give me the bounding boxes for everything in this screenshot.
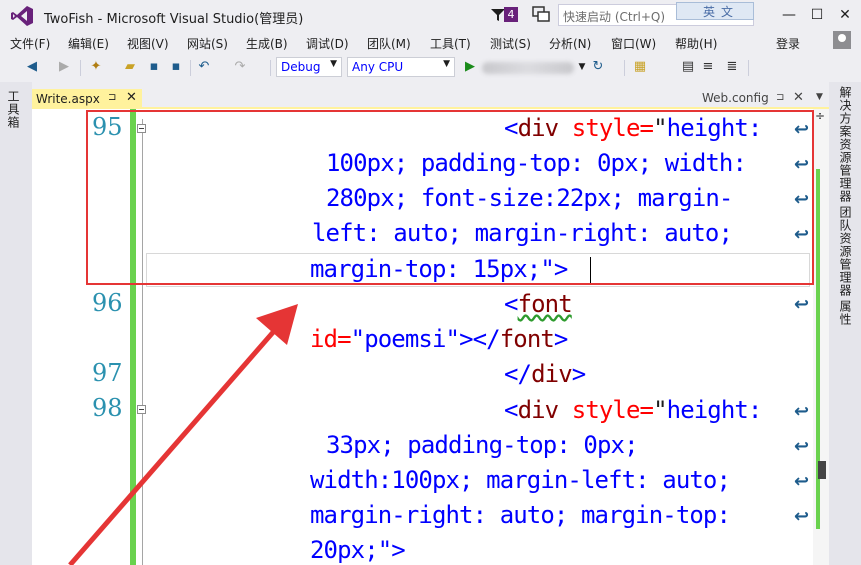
line-number: 96	[92, 289, 123, 317]
redo-icon[interactable]: ↷	[232, 59, 248, 75]
save-all-icon[interactable]: ▪	[168, 59, 184, 75]
code-line: width:100px; margin-left: auto;	[310, 466, 731, 494]
menu-edit[interactable]: 编辑(E)	[68, 35, 109, 52]
toolbar-separator	[270, 60, 271, 76]
menu-view[interactable]: 视图(V)	[127, 35, 169, 52]
menu-analyze[interactable]: 分析(N)	[549, 35, 591, 52]
ime-text: 英文	[703, 5, 740, 19]
chevron-down-icon[interactable]: ▼	[574, 59, 590, 75]
back-icon[interactable]: ◀	[24, 59, 40, 75]
menu-test[interactable]: 测试(S)	[490, 35, 531, 52]
word-wrap-icon: ↩	[794, 436, 810, 457]
code-line: <font	[504, 290, 573, 318]
scrollbar-thumb[interactable]	[818, 461, 826, 479]
right-tool-strip: 解决方案资源管理器 团队资源管理器 属性	[829, 82, 861, 565]
visual-studio-logo-icon	[11, 6, 33, 26]
tab-label: Write.aspx	[36, 92, 100, 106]
chevron-down-icon: ▼	[330, 59, 337, 69]
tab-web-config[interactable]: Web.config	[702, 91, 769, 105]
chevron-down-icon: ▼	[443, 59, 450, 69]
open-folder-icon[interactable]: ▰	[122, 59, 138, 75]
code-line: id="poemsi"></font>	[310, 325, 568, 353]
line-number: 97	[92, 359, 123, 387]
notification-badge[interactable]: 4	[504, 7, 518, 22]
left-tool-strip: 工具箱	[0, 82, 32, 565]
menu-window[interactable]: 窗口(W)	[611, 35, 656, 52]
window-title: TwoFish - Microsoft Visual Studio(管理员)	[44, 12, 304, 27]
word-wrap-icon: ↩	[794, 401, 810, 422]
menu-bar: 文件(F) 编辑(E) 视图(V) 网站(S) 生成(B) 调试(D) 团队(M…	[0, 32, 861, 54]
title-bar: TwoFish - Microsoft Visual Studio(管理员) 4…	[0, 0, 861, 32]
close-icon[interactable]: ✕	[793, 90, 804, 105]
ime-indicator[interactable]: 英文	[676, 2, 754, 20]
uncomment-icon[interactable]: ≣	[724, 59, 740, 75]
properties-tab[interactable]: 属性	[837, 300, 854, 326]
solution-configuration-value: Debug	[281, 60, 321, 74]
selection-margin[interactable]	[32, 109, 84, 565]
close-icon[interactable]: ✕	[126, 90, 137, 105]
menu-website[interactable]: 网站(S)	[187, 35, 228, 52]
solution-platform-value: Any CPU	[352, 60, 404, 74]
undo-icon[interactable]: ↶	[196, 59, 212, 75]
standard-toolbar: ◀ ▶ ✦ ▰ ▪ ▪ ↶ ↷ Debug ▼ Any CPU ▼ ▶ ▼ ↻ …	[0, 54, 861, 82]
code-line: 33px; padding-top: 0px;	[326, 431, 639, 459]
menu-debug[interactable]: 调试(D)	[306, 35, 349, 52]
toolbox-tab[interactable]: 工具箱	[4, 90, 22, 129]
word-wrap-icon: ↩	[794, 471, 810, 492]
menu-build[interactable]: 生成(B)	[246, 35, 288, 52]
annotation-highlight-box	[86, 110, 814, 285]
browser-link-icon[interactable]: ▦	[632, 59, 648, 75]
maximize-button[interactable]: ☐	[805, 4, 829, 26]
sign-in-link[interactable]: 登录	[776, 35, 800, 52]
feedback-icon[interactable]	[532, 6, 550, 22]
document-icon[interactable]: ▤	[680, 59, 696, 75]
solution-explorer-tab[interactable]: 解决方案资源管理器	[837, 86, 854, 203]
toolbar-separator	[748, 60, 749, 76]
menu-file[interactable]: 文件(F)	[10, 35, 50, 52]
code-line: </div>	[504, 360, 586, 388]
close-button[interactable]: ✕	[833, 4, 857, 26]
word-wrap-icon: ↩	[794, 506, 810, 527]
team-explorer-tab[interactable]: 团队资源管理器	[837, 206, 854, 297]
document-tab-row: Write.aspx ⊐ ✕ Web.config ⊐ ✕ ▼	[32, 82, 829, 109]
minimize-button[interactable]: —	[777, 4, 801, 26]
solution-platform-select[interactable]: Any CPU ▼	[347, 57, 455, 77]
debug-target-blurred[interactable]	[482, 62, 574, 74]
toolbar-separator	[190, 60, 191, 76]
code-line: <div style="height:	[504, 396, 762, 424]
comment-icon[interactable]: ≡	[700, 59, 716, 75]
tab-write-aspx[interactable]: Write.aspx ⊐ ✕	[32, 89, 142, 109]
save-icon[interactable]: ▪	[146, 59, 162, 75]
forward-icon[interactable]: ▶	[56, 59, 72, 75]
menu-tools[interactable]: 工具(T)	[430, 35, 471, 52]
menu-team[interactable]: 团队(M)	[367, 35, 411, 52]
line-number: 98	[92, 394, 123, 422]
pin-icon[interactable]: ⊐	[776, 92, 784, 103]
toolbar-separator	[624, 60, 625, 76]
user-avatar-icon[interactable]	[833, 31, 851, 49]
collapse-icon[interactable]	[137, 405, 146, 414]
chevron-down-icon[interactable]: ▼	[816, 92, 823, 102]
code-line: margin-right: auto; margin-top:	[310, 501, 731, 529]
word-wrap-icon: ↩	[794, 294, 810, 315]
code-line: 20px;">	[310, 536, 406, 564]
solution-configuration-select[interactable]: Debug ▼	[276, 57, 342, 77]
new-project-icon[interactable]: ✦	[88, 59, 104, 75]
pin-icon[interactable]: ⊐	[108, 92, 116, 103]
start-debugging-icon[interactable]: ▶	[462, 59, 478, 75]
refresh-icon[interactable]: ↻	[590, 59, 606, 75]
menu-help[interactable]: 帮助(H)	[675, 35, 717, 52]
split-view-icon[interactable]: ÷	[815, 109, 827, 123]
quick-launch-placeholder: 快速启动 (Ctrl+Q)	[563, 10, 666, 24]
toolbar-separator	[80, 60, 81, 76]
